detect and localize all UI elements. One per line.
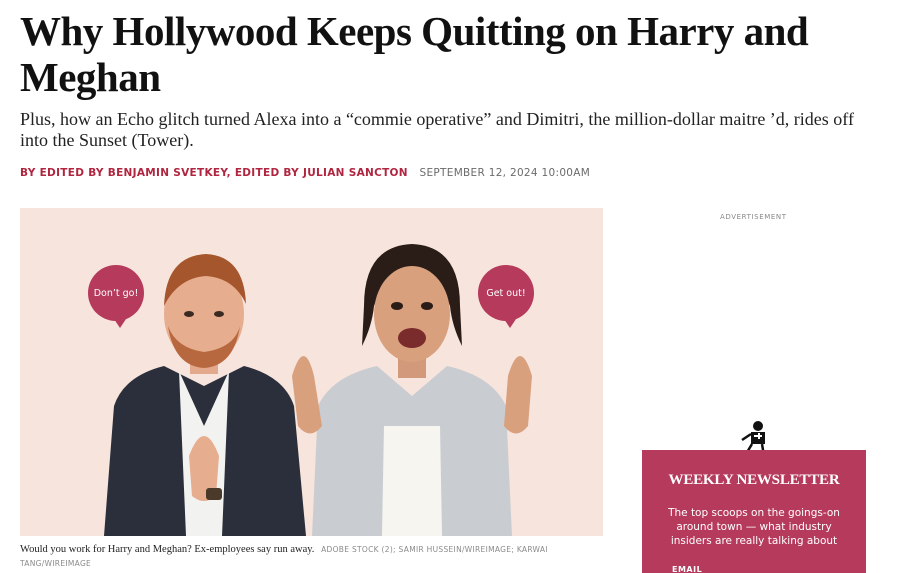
byline-authors[interactable]: BY EDITED BY BENJAMIN SVETKEY, EDITED BY… xyxy=(20,167,408,179)
publish-date: SEPTEMBER 12, 2024 10:00AM xyxy=(419,167,591,179)
image-caption: Would you work for Harry and Meghan? Ex-… xyxy=(20,543,610,571)
woman-portrait-illustration xyxy=(292,244,532,536)
man-portrait-illustration xyxy=(104,254,306,536)
hero-image: Don’t go! Get out! xyxy=(20,208,603,536)
byline: BY EDITED BY BENJAMIN SVETKEY, EDITED BY… xyxy=(20,167,590,179)
article-headline: Why Hollywood Keeps Quitting on Harry an… xyxy=(20,8,809,100)
email-field-label: EMAIL xyxy=(672,565,703,573)
advertisement-label: ADVERTISEMENT xyxy=(720,213,787,221)
newsletter-signup-box: WEEKLY NEWSLETTER The top scoops on the … xyxy=(642,450,866,573)
newsletter-title: WEEKLY NEWSLETTER xyxy=(668,472,840,488)
caption-text: Would you work for Harry and Meghan? Ex-… xyxy=(20,544,315,555)
article-dek: Plus, how an Echo glitch turned Alexa in… xyxy=(20,109,854,150)
newsletter-description: The top scoops on the goings-on around t… xyxy=(668,507,840,547)
